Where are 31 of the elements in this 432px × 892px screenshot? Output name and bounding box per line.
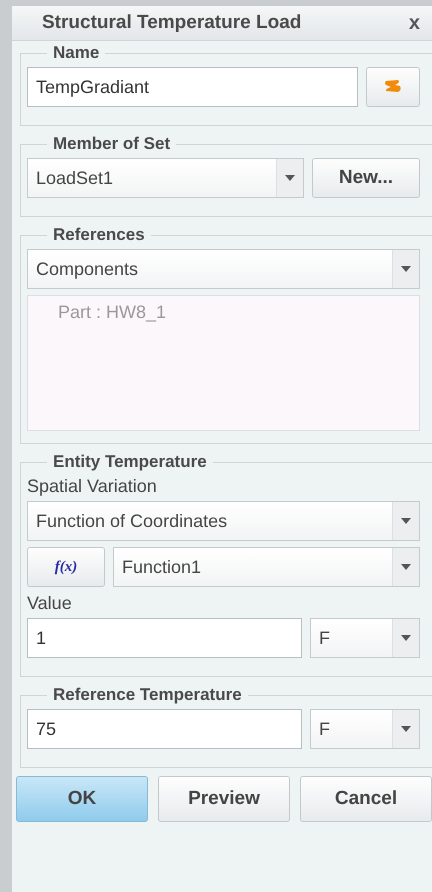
load-set-dropdown[interactable]: LoadSet1 xyxy=(27,158,304,198)
group-label: Entity Temperature xyxy=(52,452,208,472)
dialog-button[interactable]: Cancel xyxy=(300,776,432,822)
spatial-variation-label: Spatial Variation xyxy=(27,476,158,497)
group-label: Member of Set xyxy=(52,134,172,154)
group-label: Name xyxy=(52,43,100,63)
dropdown-arrow-icon xyxy=(401,726,411,732)
reference-temperature-field[interactable]: 75 xyxy=(27,709,302,749)
dropdown-arrow-icon xyxy=(401,518,411,524)
dropdown-arrow-icon xyxy=(401,266,411,272)
unit-dropdown[interactable]: F xyxy=(310,709,420,749)
references-dropdown[interactable]: Components xyxy=(27,249,420,289)
unit-dropdown[interactable]: F xyxy=(310,618,420,658)
value-field[interactable]: 1 xyxy=(27,618,302,658)
dialog-button[interactable]: Preview xyxy=(158,776,290,822)
dialog-button[interactable]: OK xyxy=(16,776,148,822)
dropdown-arrow-icon xyxy=(401,564,411,570)
spatial-variation-dropdown[interactable]: Function of Coordinates xyxy=(27,501,420,541)
value-label: Value xyxy=(27,593,73,614)
name-field[interactable]: TempGradiant xyxy=(27,67,358,107)
window-title: Structural Temperature Load xyxy=(42,12,302,34)
group-label: References xyxy=(52,225,146,245)
close-button[interactable]: x xyxy=(404,12,424,34)
new-button[interactable]: New... xyxy=(312,158,420,198)
dropdown-arrow-icon xyxy=(285,175,295,181)
group-label: Reference Temperature xyxy=(52,685,243,705)
function-dropdown[interactable]: Function1 xyxy=(113,547,420,587)
swirl-icon xyxy=(383,78,403,92)
dropdown-arrow-icon xyxy=(401,635,411,641)
auto-name-button[interactable] xyxy=(366,67,420,107)
function-button[interactable]: f(x) xyxy=(27,547,105,587)
